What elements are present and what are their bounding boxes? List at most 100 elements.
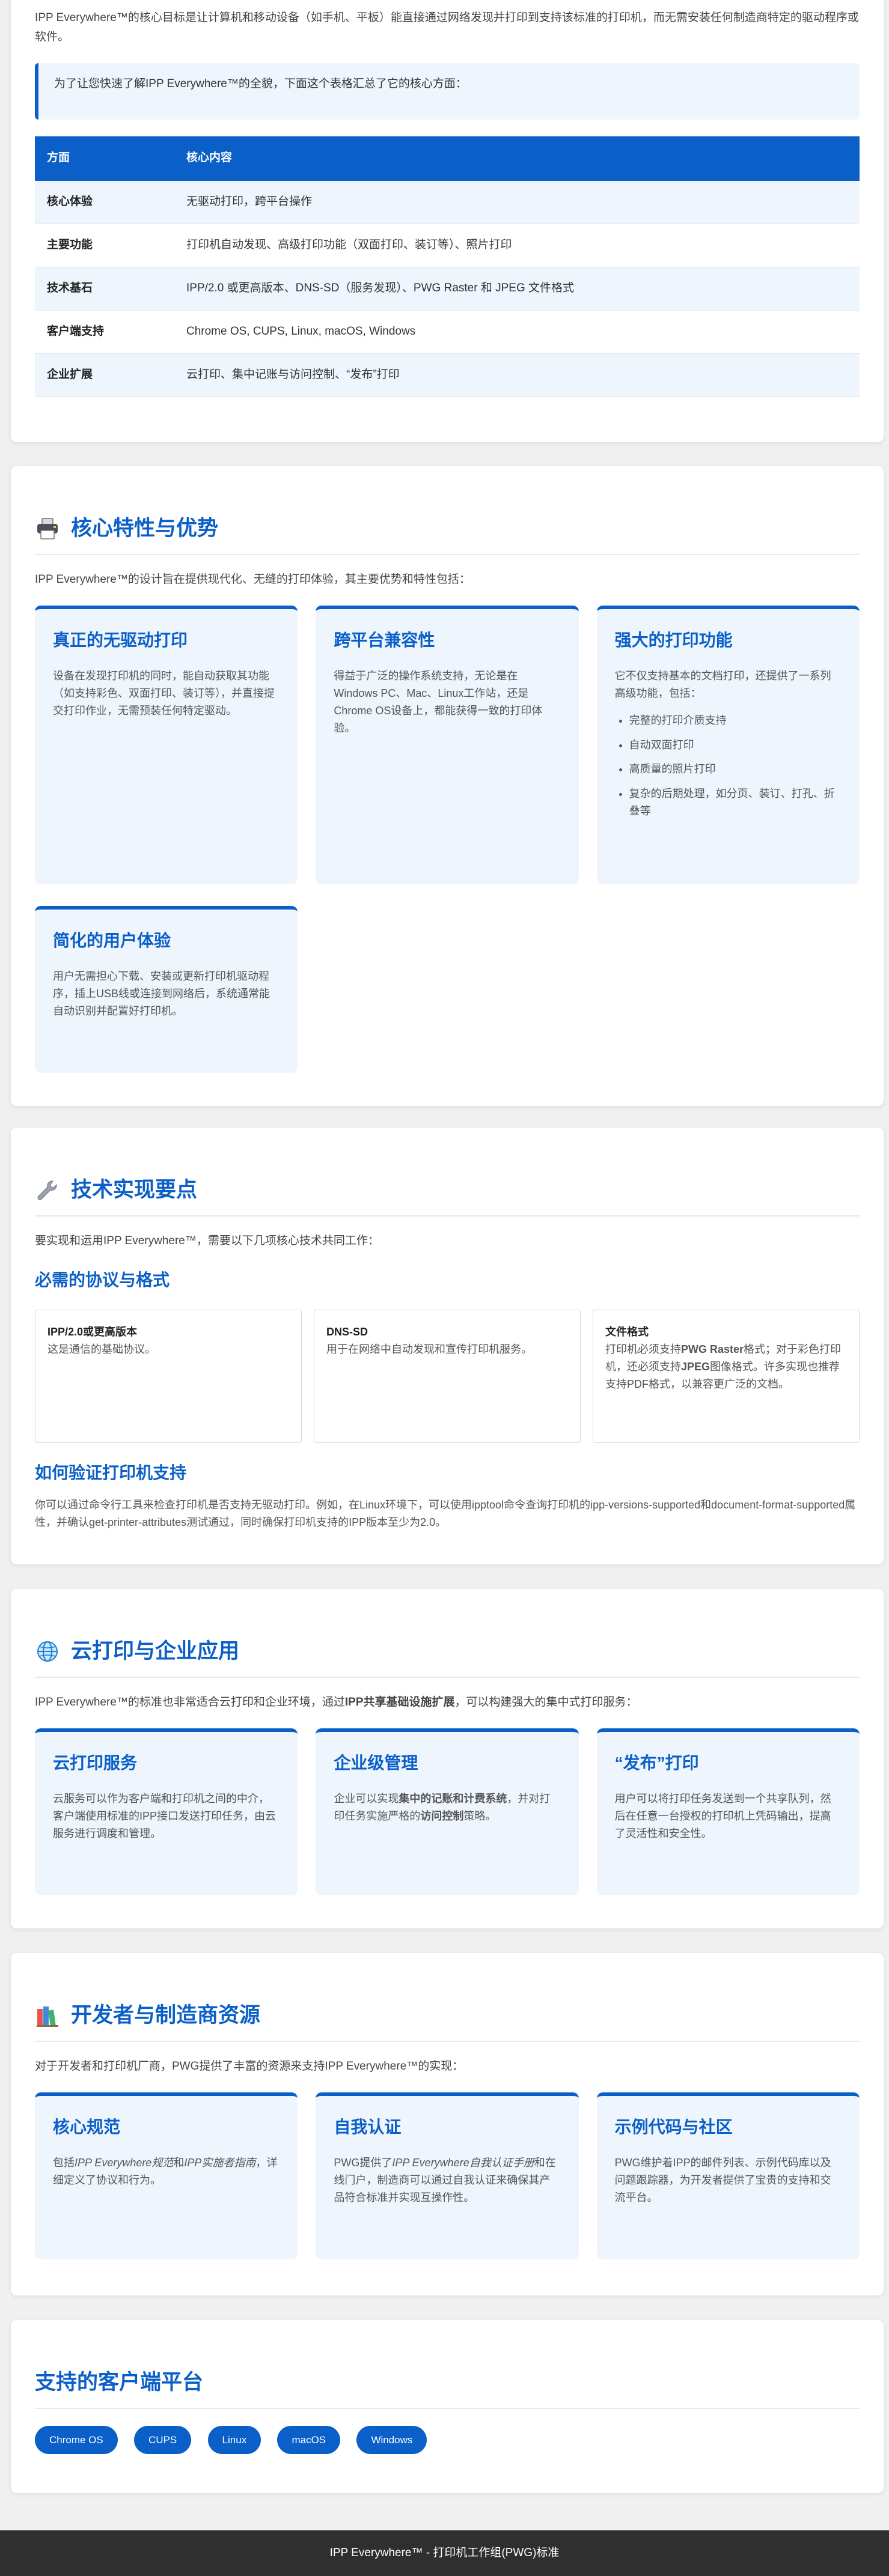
cloud-feature-card: 云打印服务 云服务可以作为客户端和打印机之间的中介，客户端使用标准的IPP接口发… bbox=[35, 1728, 298, 1896]
table-cell-aspect: 企业扩展 bbox=[35, 353, 174, 398]
cloud-feature-card: 企业级管理 企业可以实现集中的记账和计费系统，并对打印任务实施严格的访问控制策略… bbox=[316, 1728, 579, 1896]
dev-grid: 核心规范 包括IPP Everywhere规范和IPP实施者指南，详细定义了协议… bbox=[35, 2092, 860, 2260]
features-title-text: 核心特性与优势 bbox=[71, 517, 219, 540]
table-row: 核心体验 无驱动打印，跨平台操作 bbox=[35, 180, 860, 225]
table-cell-aspect: 技术基石 bbox=[35, 267, 174, 311]
page: IPP Everywhere™的核心目标是让计算机和移动设备（如手机、平板）能直… bbox=[0, 0, 889, 2576]
protocols-grid: IPP/2.0或更高版本 这是通信的基础协议。 DNS-SD 用于在网络中自动发… bbox=[35, 1310, 860, 1444]
table-row: 企业扩展 云打印、集中记账与访问控制、“发布”打印 bbox=[35, 353, 860, 398]
table-row: 技术基石 IPP/2.0 或更高版本、DNS-SD（服务发现）、PWG Rast… bbox=[35, 267, 860, 311]
table-cell-aspect: 核心体验 bbox=[35, 180, 174, 225]
table-cell-content: Chrome OS, CUPS, Linux, macOS, Windows bbox=[174, 310, 860, 354]
overview-callout: 为了让您快速了解IPP Everywhere™的全貌，下面这个表格汇总了它的核心… bbox=[35, 62, 860, 120]
feature-body-part: PWG提供了 bbox=[334, 2157, 393, 2169]
table-header-row: 方面 核心内容 bbox=[35, 136, 860, 181]
feature-body: 得益于广泛的操作系统支持，无论是在Windows PC、Mac、Linux工作站… bbox=[334, 670, 543, 734]
feature-body-doc: IPP实施者指南 bbox=[184, 2157, 256, 2169]
tech-lead: 要实现和运用IPP Everywhere™，需要以下几项核心技术共同工作： bbox=[35, 1235, 379, 1247]
feature-body: 用户无需担心下载、安装或更新打印机驱动程序，插上USB线或连接到网络后，系统通常… bbox=[53, 970, 270, 1017]
feature-title: 示例代码与社区 bbox=[614, 2118, 733, 2137]
dev-feature-card: 示例代码与社区 PWG维护着IPP的邮件列表、示例代码库以及问题跟踪器，为开发者… bbox=[596, 2092, 860, 2260]
protocol-box: DNS-SD 用于在网络中自动发现和宣传打印机服务。 bbox=[314, 1310, 581, 1444]
protocol-format: PWG Raster bbox=[681, 1343, 744, 1355]
protocol-name: DNS-SD bbox=[326, 1326, 368, 1338]
printer-icon bbox=[37, 518, 58, 539]
feature-body-part: 和 bbox=[173, 2157, 185, 2169]
cloud-card: 云打印与企业应用 IPP Everywhere™的标准也非常适合云打印和企业环境… bbox=[11, 1589, 884, 1928]
table-cell-aspect: 主要功能 bbox=[35, 223, 174, 268]
table-cell-content: IPP/2.0 或更高版本、DNS-SD（服务发现）、PWG Raster 和 … bbox=[174, 267, 860, 311]
platform-tag: CUPS bbox=[134, 2426, 192, 2455]
feature-body: 设备在发现打印机的同时，能自动获取其功能（如支持彩色、双面打印、装订等），并直接… bbox=[53, 670, 275, 717]
dev-card: 开发者与制造商资源 对于开发者和打印机厂商，PWG提供了丰富的资源来支持IPP … bbox=[11, 1953, 884, 2295]
list-item: 完整的打印介质支持 bbox=[629, 712, 842, 729]
platform-tag: Linux bbox=[207, 2426, 261, 2455]
books-icon bbox=[37, 2006, 58, 2027]
features-lead: IPP Everywhere™的设计旨在提供现代化、无缝的打印体验，其主要优势和… bbox=[35, 573, 471, 586]
feature-body: 云服务可以作为客户端和打印机之间的中介，客户端使用标准的IPP接口发送打印任务，… bbox=[53, 1793, 276, 1839]
verify-heading: 如何验证打印机支持 bbox=[35, 1463, 187, 1483]
feature-card: 简化的用户体验 用户无需担心下载、安装或更新打印机驱动程序，插上USB线或连接到… bbox=[35, 906, 298, 1074]
features-card: 核心特性与优势 IPP Everywhere™的设计旨在提供现代化、无缝的打印体… bbox=[11, 466, 884, 1106]
feature-body-part: 企业可以实现 bbox=[334, 1793, 399, 1805]
footer: IPP Everywhere™ - 打印机工作组(PWG)标准 bbox=[0, 2530, 889, 2576]
platform-tag: macOS bbox=[277, 2426, 341, 2455]
features-title: 核心特性与优势 bbox=[35, 512, 860, 555]
feature-card: 强大的打印功能 它不仅支持基本的文档打印，还提供了一系列高级功能，包括： 完整的… bbox=[596, 606, 860, 885]
feature-body-emphasis: 访问控制 bbox=[420, 1809, 464, 1822]
feature-body: 用户可以将打印任务发送到一个共享队列，然后在任意一台授权的打印机上凭码输出，提高… bbox=[614, 1793, 831, 1839]
protocol-desc: 打印机必须支持PWG Raster格式；对于彩色打印机，还必须支持JPEG图像格… bbox=[605, 1341, 847, 1393]
platform-tags: Chrome OS CUPS Linux macOS Windows bbox=[35, 2426, 860, 2455]
cloud-title-text: 云打印与企业应用 bbox=[71, 1639, 240, 1663]
callout-text: 为了让您快速了解IPP Everywhere™的全貌，下面这个表格汇总了它的核心… bbox=[54, 77, 467, 90]
list-item: 复杂的后期处理，如分页、装订、打孔、折叠等 bbox=[629, 785, 842, 820]
feature-body: PWG提供了IPP Everywhere自我认证手册和在线门户，制造商可以通过自… bbox=[334, 2154, 560, 2206]
cloud-lead: IPP Everywhere™的标准也非常适合云打印和企业环境，通过IPP共享基… bbox=[35, 1694, 860, 1712]
summary-table: 方面 核心内容 核心体验 无驱动打印，跨平台操作 主要功能 打印机自动发现、高级… bbox=[35, 136, 860, 398]
platforms-card: 支持的客户端平台 Chrome OS CUPS Linux macOS Wind… bbox=[11, 2320, 884, 2493]
feature-title: 核心规范 bbox=[53, 2118, 121, 2137]
feature-title: 自我认证 bbox=[334, 2118, 402, 2137]
tech-card: 技术实现要点 要实现和运用IPP Everywhere™，需要以下几项核心技术共… bbox=[11, 1128, 884, 1564]
platform-tag: Windows bbox=[356, 2426, 427, 2455]
tech-title: 技术实现要点 bbox=[35, 1173, 860, 1217]
table-header-content: 核心内容 bbox=[174, 136, 860, 181]
feature-title: “发布”打印 bbox=[614, 1754, 699, 1773]
feature-title: 企业级管理 bbox=[334, 1754, 418, 1773]
cloud-title: 云打印与企业应用 bbox=[35, 1635, 860, 1678]
dev-title: 开发者与制造商资源 bbox=[35, 1999, 860, 2042]
verify-text: 你可以通过命令行工具来检查打印机是否支持无驱动打印。例如，在Linux环境下，可… bbox=[35, 1498, 856, 1528]
protocol-box: IPP/2.0或更高版本 这是通信的基础协议。 bbox=[35, 1310, 302, 1444]
protocol-desc: 这是通信的基础协议。 bbox=[47, 1343, 156, 1355]
feature-body: 它不仅支持基本的文档打印，还提供了一系列高级功能，包括： bbox=[614, 670, 831, 699]
table-row: 主要功能 打印机自动发现、高级打印功能（双面打印、装订等）、照片打印 bbox=[35, 223, 860, 268]
protocol-format: JPEG bbox=[681, 1360, 710, 1373]
features-grid: 真正的无驱动打印 设备在发现打印机的同时，能自动获取其功能（如支持彩色、双面打印… bbox=[35, 606, 860, 1074]
table-cell-content: 无驱动打印，跨平台操作 bbox=[174, 180, 860, 225]
overview-card: IPP Everywhere™的核心目标是让计算机和移动设备（如手机、平板）能直… bbox=[11, 0, 884, 442]
feature-list: 完整的打印介质支持 自动双面打印 高质量的照片打印 复杂的后期处理，如分页、装订… bbox=[615, 712, 842, 820]
feature-card: 跨平台兼容性 得益于广泛的操作系统支持，无论是在Windows PC、Mac、L… bbox=[316, 606, 579, 885]
wrench-icon bbox=[37, 1180, 57, 1200]
platforms-title: 支持的客户端平台 bbox=[35, 2366, 860, 2409]
table-cell-aspect: 客户端支持 bbox=[35, 310, 174, 354]
feature-title: 云打印服务 bbox=[53, 1754, 138, 1773]
dev-title-text: 开发者与制造商资源 bbox=[71, 2003, 261, 2027]
feature-body-part: 策略。 bbox=[463, 1809, 496, 1822]
feature-title: 跨平台兼容性 bbox=[334, 631, 435, 650]
feature-body-part: 包括 bbox=[53, 2157, 75, 2169]
feature-body: 包括IPP Everywhere规范和IPP实施者指南，详细定义了协议和行为。 bbox=[53, 2154, 280, 2189]
protocol-desc: 用于在网络中自动发现和宣传打印机服务。 bbox=[326, 1343, 532, 1355]
protocol-desc-part: 打印机必须支持 bbox=[605, 1343, 681, 1355]
overview-intro: IPP Everywhere™的核心目标是让计算机和移动设备（如手机、平板）能直… bbox=[35, 11, 859, 44]
feature-card: 真正的无驱动打印 设备在发现打印机的同时，能自动获取其功能（如支持彩色、双面打印… bbox=[35, 606, 298, 885]
cloud-lead-part: ，可以构建强大的集中式打印服务： bbox=[454, 1696, 638, 1709]
feature-body: 企业可以实现集中的记账和计费系统，并对打印任务实施严格的访问控制策略。 bbox=[334, 1790, 560, 1825]
globe-icon bbox=[37, 1641, 58, 1662]
feature-body: PWG维护着IPP的邮件列表、示例代码库以及问题跟踪器，为开发者提供了宝贵的支持… bbox=[614, 2157, 831, 2204]
platform-tag: Chrome OS bbox=[35, 2426, 118, 2455]
protocol-name: IPP/2.0或更高版本 bbox=[47, 1326, 138, 1338]
cloud-lead-emphasis: IPP共享基础设施扩展 bbox=[344, 1696, 455, 1709]
feature-title: 真正的无驱动打印 bbox=[53, 631, 188, 650]
dev-feature-card: 核心规范 包括IPP Everywhere规范和IPP实施者指南，详细定义了协议… bbox=[35, 2092, 298, 2260]
